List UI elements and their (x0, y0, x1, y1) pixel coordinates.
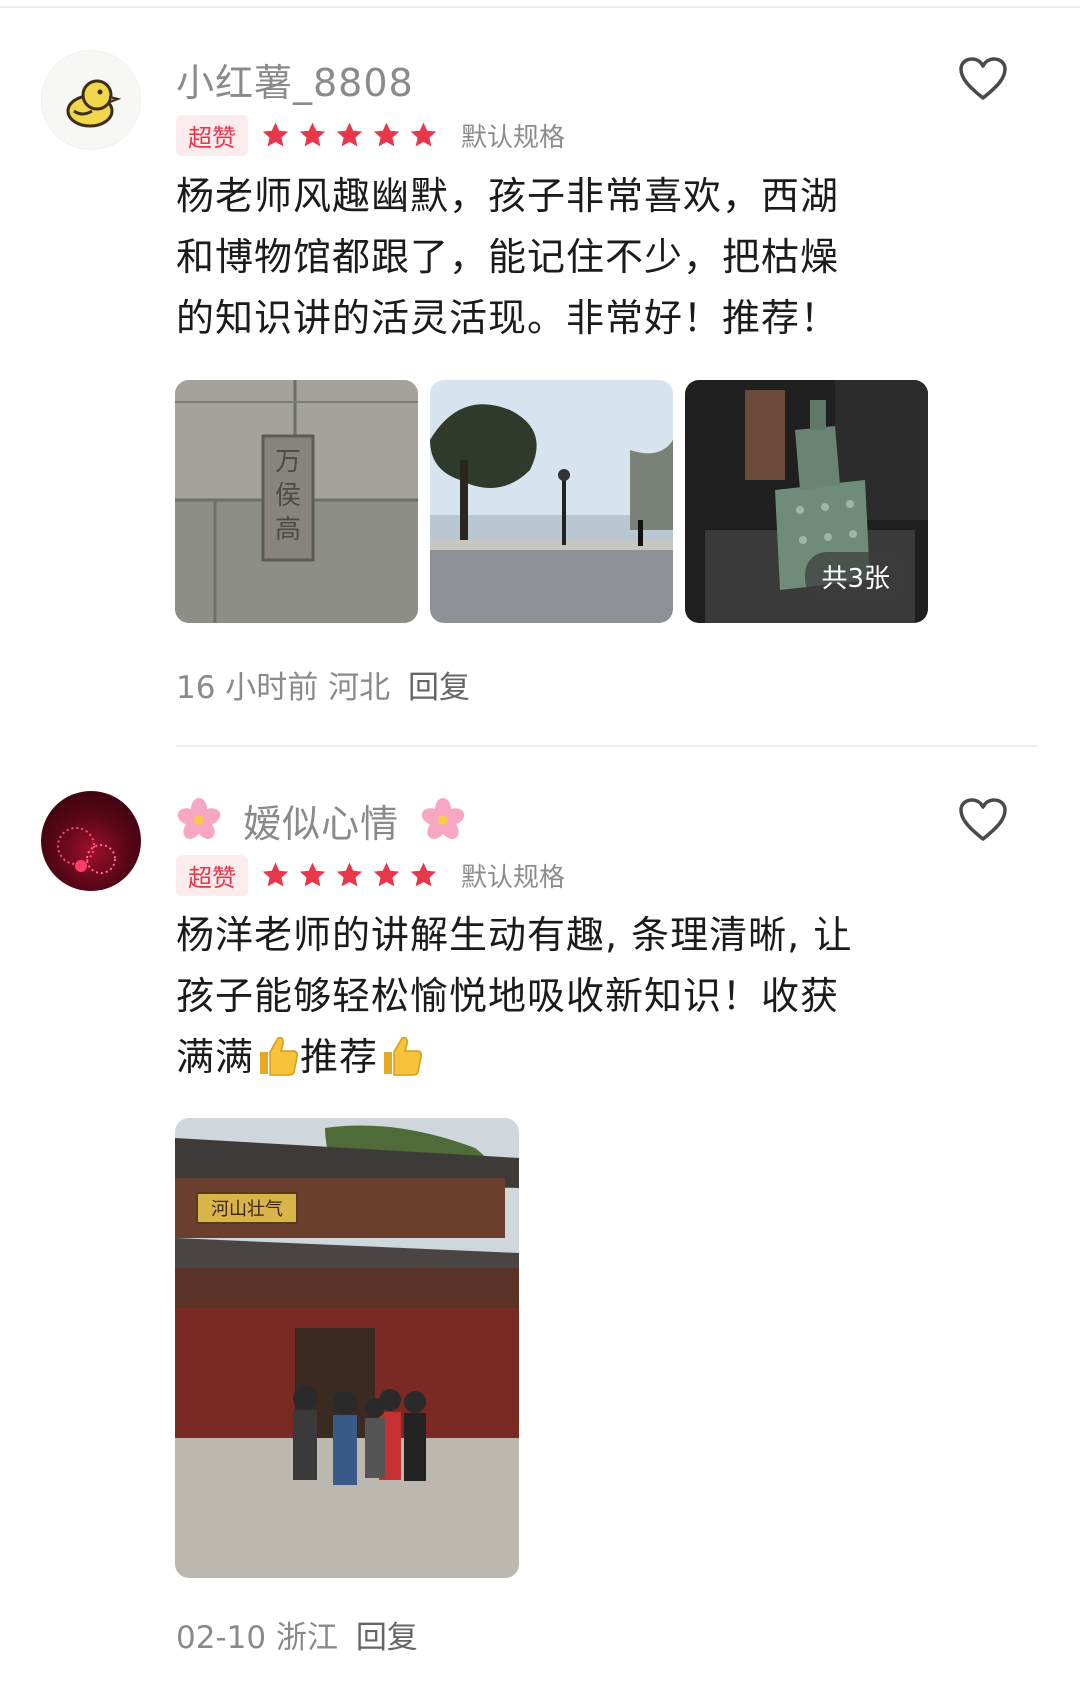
reply-button[interactable]: 回复 (408, 670, 470, 706)
review-photo[interactable]: 共3张 (685, 380, 928, 623)
photo-count-badge: 共3张 (805, 552, 906, 601)
review-meta: 02-10 浙江 回复 (176, 1612, 418, 1657)
avatar[interactable] (41, 50, 141, 150)
svg-text:侯: 侯 (275, 481, 301, 511)
status-badge: 超赞 (176, 854, 248, 896)
review-photo[interactable]: 河山壮气 (175, 1118, 519, 1578)
username[interactable]: 嫒似心情 (176, 793, 466, 848)
review-photo[interactable] (430, 380, 673, 623)
review-photo[interactable]: 万 侯 高 (175, 380, 418, 623)
rating-row: 超赞 默认规格 (176, 854, 566, 896)
star-icon (299, 862, 326, 886)
star-icon (410, 122, 437, 146)
svg-text:高: 高 (275, 515, 301, 545)
review-text: 杨洋老师的讲解生动有趣, 条理清晰, 让孩子能够轻松愉悦地吸收新知识！收获满满推… (176, 905, 856, 1088)
review-meta: 16 小时前 河北 回复 (176, 662, 470, 707)
cherry-blossom-emoji (421, 798, 465, 839)
star-icon (262, 122, 289, 146)
heart-outline-icon[interactable] (958, 56, 1008, 102)
location: 河北 (328, 670, 391, 706)
star-icon (262, 862, 289, 886)
divider (176, 745, 1038, 747)
star-icon (336, 122, 363, 146)
review-text-part: 推荐 (300, 1035, 379, 1079)
cherry-blossom-emoji (177, 798, 221, 839)
timestamp: 02-10 (176, 1620, 267, 1656)
star-icon (373, 122, 400, 146)
spec-label: 默认规格 (461, 862, 566, 893)
top-divider (0, 6, 1080, 8)
star-icon (410, 862, 437, 886)
timestamp: 16 小时前 (176, 670, 319, 706)
rating-row: 超赞 默认规格 (176, 114, 566, 156)
star-rating (260, 120, 439, 151)
reply-button[interactable]: 回复 (356, 1620, 418, 1656)
heart-outline-icon[interactable] (958, 797, 1008, 843)
star-icon (299, 122, 326, 146)
location: 浙江 (275, 1620, 338, 1656)
username[interactable]: 小红薯_8808 (176, 52, 414, 107)
spec-label: 默认规格 (461, 122, 566, 153)
status-badge: 超赞 (176, 114, 248, 156)
star-rating (260, 860, 439, 891)
svg-text:万: 万 (275, 447, 301, 477)
avatar[interactable] (41, 791, 141, 891)
review-text: 杨老师风趣幽默，孩子非常喜欢，西湖和博物馆都跟了，能记住不少，把枯燥的知识讲的活… (176, 174, 840, 340)
plaque-text: 河山壮气 (211, 1199, 283, 1220)
star-icon (336, 862, 363, 886)
thumbs-up-emoji (384, 1036, 422, 1076)
thumbs-up-emoji (260, 1036, 298, 1076)
star-icon (373, 862, 400, 886)
username-text: 嫒似心情 (243, 802, 400, 846)
review-list: 小红薯_8808 超赞 默认规格 杨老师风趣幽默，孩子非常喜欢，西湖和博物馆都跟… (0, 0, 1080, 1696)
